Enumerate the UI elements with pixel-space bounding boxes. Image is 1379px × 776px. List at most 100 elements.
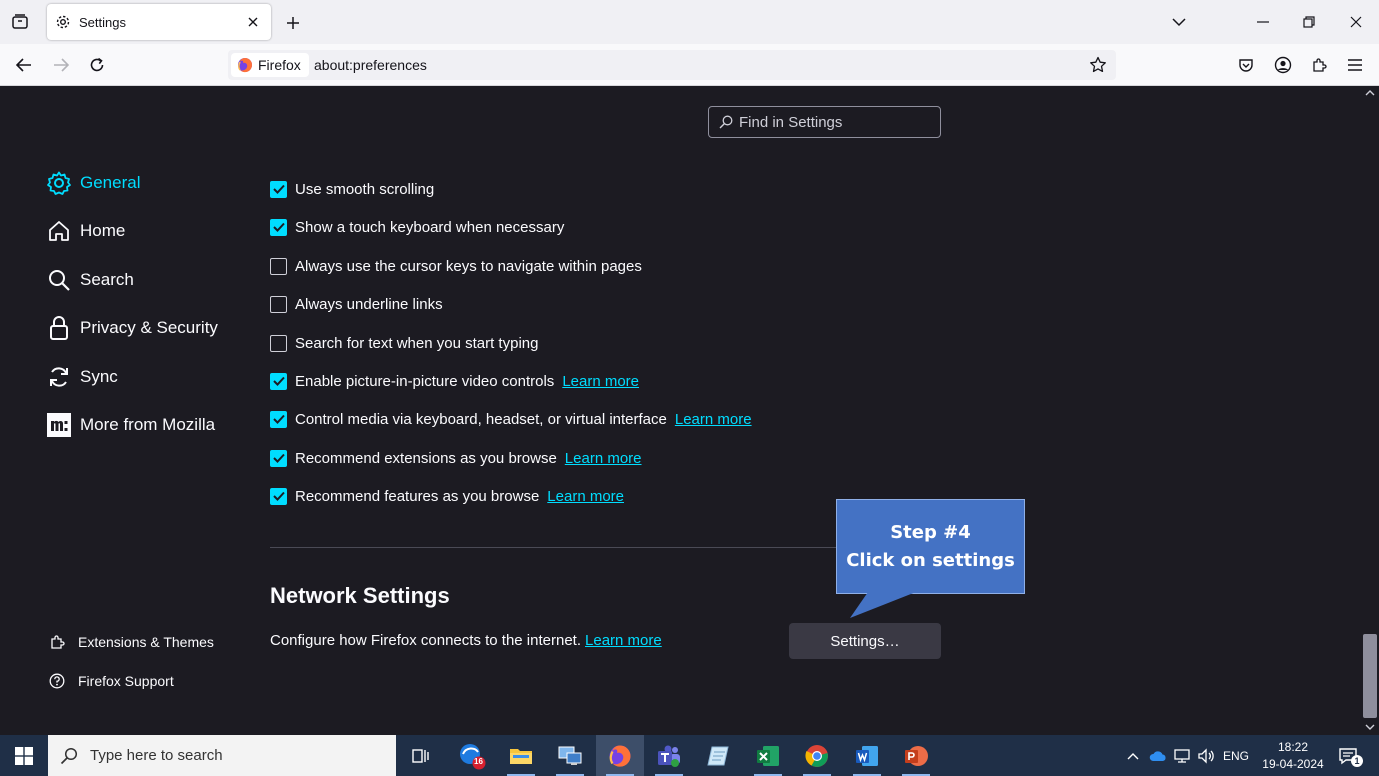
minimize-button[interactable] [1248, 8, 1278, 36]
firefox-support-link[interactable]: Firefox Support [48, 670, 174, 692]
search-input[interactable] [739, 113, 929, 131]
taskbar-chrome[interactable] [793, 735, 841, 776]
notification-center[interactable]: 1 [1334, 735, 1363, 776]
checkbox-checked[interactable] [270, 372, 287, 390]
check-icon [272, 491, 285, 501]
learn-more-link[interactable]: Learn more [562, 373, 639, 390]
checkbox-unchecked[interactable] [270, 257, 287, 275]
taskbar-file-explorer[interactable] [497, 735, 545, 776]
back-button[interactable] [10, 52, 38, 78]
windows-taskbar: Type here to search 16 ENG 18:22 19-04-2… [0, 735, 1379, 776]
extensions-button[interactable] [1305, 52, 1333, 78]
sidebar-item-label: Sync [80, 367, 118, 386]
learn-more-link[interactable]: Learn more [547, 488, 624, 505]
option-underline-links[interactable]: Always underline links [270, 293, 443, 315]
check-icon [272, 453, 285, 463]
option-label: Always underline links [295, 295, 443, 313]
chevron-up-icon [1127, 752, 1139, 759]
tab-settings[interactable]: Settings [47, 4, 271, 40]
show-hidden-icons[interactable] [1123, 735, 1143, 776]
close-window-button[interactable] [1341, 8, 1371, 36]
find-in-settings[interactable] [708, 106, 941, 138]
identity-box[interactable]: Firefox [231, 53, 309, 77]
extensions-themes-link[interactable]: Extensions & Themes [48, 631, 214, 653]
forward-button[interactable] [47, 52, 75, 78]
puzzle-icon [1313, 58, 1327, 72]
taskbar-word[interactable] [843, 735, 891, 776]
option-label: Always use the cursor keys to navigate w… [295, 257, 642, 275]
task-view-button[interactable] [396, 735, 444, 776]
taskbar-powerpoint[interactable] [892, 735, 940, 776]
checkbox-checked[interactable] [270, 487, 287, 505]
account-icon [1274, 56, 1292, 74]
firefox-view-button[interactable] [6, 10, 34, 34]
account-button[interactable] [1269, 52, 1297, 78]
close-tab-button[interactable] [241, 10, 265, 34]
sidebar-item-sync[interactable]: Sync [46, 362, 118, 392]
checkbox-checked[interactable] [270, 218, 287, 236]
notification-badge: 16 [474, 757, 483, 766]
sidebar-item-label: Privacy & Security [80, 318, 218, 337]
network-settings-button[interactable]: Settings… [789, 623, 941, 659]
close-icon [1350, 16, 1362, 28]
sidebar-item-home[interactable]: Home [46, 216, 125, 246]
volume-tray[interactable] [1195, 735, 1217, 776]
chrome-icon [805, 744, 828, 767]
sidebar-item-label: Firefox Support [78, 673, 174, 689]
gear-icon [56, 15, 70, 29]
restore-button[interactable] [1294, 8, 1324, 36]
page-scrollbar[interactable] [1361, 86, 1379, 735]
reload-button[interactable] [83, 52, 111, 78]
sidebar-item-general[interactable]: General [46, 168, 140, 198]
taskbar-excel[interactable] [744, 735, 792, 776]
sidebar-item-label: Home [80, 221, 126, 240]
scroll-down-icon[interactable] [1365, 722, 1375, 732]
onedrive-tray[interactable] [1147, 735, 1169, 776]
sidebar-item-more-from-mozilla[interactable]: More from Mozilla [46, 410, 215, 440]
taskbar-network-app[interactable] [546, 735, 594, 776]
callout-step: Step #4 [890, 522, 971, 543]
url-text[interactable]: about:preferences [314, 57, 427, 73]
scroll-up-icon[interactable] [1365, 88, 1375, 98]
scrollbar-thumb[interactable] [1363, 634, 1377, 718]
checkbox-unchecked[interactable] [270, 295, 287, 313]
language-indicator[interactable]: ENG [1220, 735, 1252, 776]
taskbar-firefox[interactable] [596, 735, 644, 776]
option-recommend-extensions[interactable]: Recommend extensions as you browse Learn… [270, 447, 642, 469]
check-icon [272, 376, 285, 386]
learn-more-link[interactable]: Learn more [675, 411, 752, 428]
list-all-tabs-button[interactable] [1164, 8, 1194, 36]
option-touch-keyboard[interactable]: Show a touch keyboard when necessary [270, 216, 564, 238]
taskbar-outlook[interactable]: 16 [448, 735, 496, 776]
clock[interactable]: 18:22 19-04-2024 [1254, 739, 1332, 773]
menu-button[interactable] [1341, 52, 1369, 78]
sidebar-item-privacy-security[interactable]: Privacy & Security [46, 313, 218, 343]
checkbox-checked[interactable] [270, 180, 287, 198]
option-search-when-typing[interactable]: Search for text when you start typing [270, 332, 538, 354]
identity-label: Firefox [258, 57, 301, 73]
option-recommend-features[interactable]: Recommend features as you browse Learn m… [270, 485, 624, 507]
network-tray[interactable] [1171, 735, 1193, 776]
learn-more-link[interactable]: Learn more [565, 450, 642, 467]
option-cursor-keys[interactable]: Always use the cursor keys to navigate w… [270, 255, 642, 277]
option-smooth-scrolling[interactable]: Use smooth scrolling [270, 178, 434, 200]
pocket-button[interactable] [1232, 52, 1260, 78]
new-tab-button[interactable] [280, 10, 306, 36]
option-label: Recommend features as you browse [295, 487, 540, 505]
taskbar-notes-app[interactable] [694, 735, 742, 776]
bookmark-star-button[interactable] [1086, 53, 1110, 77]
start-button[interactable] [0, 735, 48, 776]
url-bar[interactable]: Firefox about:preferences [228, 50, 1116, 80]
sidebar-item-search[interactable]: Search [46, 265, 134, 295]
option-media-control[interactable]: Control media via keyboard, headset, or … [270, 408, 752, 430]
taskbar-teams[interactable] [645, 735, 693, 776]
computer-network-icon [558, 746, 582, 765]
checkbox-unchecked[interactable] [270, 334, 287, 352]
checkbox-checked[interactable] [270, 410, 287, 428]
settings-page: General Home Search Privacy & Security S… [0, 86, 1361, 735]
tab-strip: Settings [0, 0, 1379, 44]
option-picture-in-picture[interactable]: Enable picture-in-picture video controls… [270, 370, 639, 392]
checkbox-checked[interactable] [270, 449, 287, 467]
taskbar-search[interactable]: Type here to search [48, 735, 396, 776]
learn-more-link[interactable]: Learn more [585, 632, 662, 649]
